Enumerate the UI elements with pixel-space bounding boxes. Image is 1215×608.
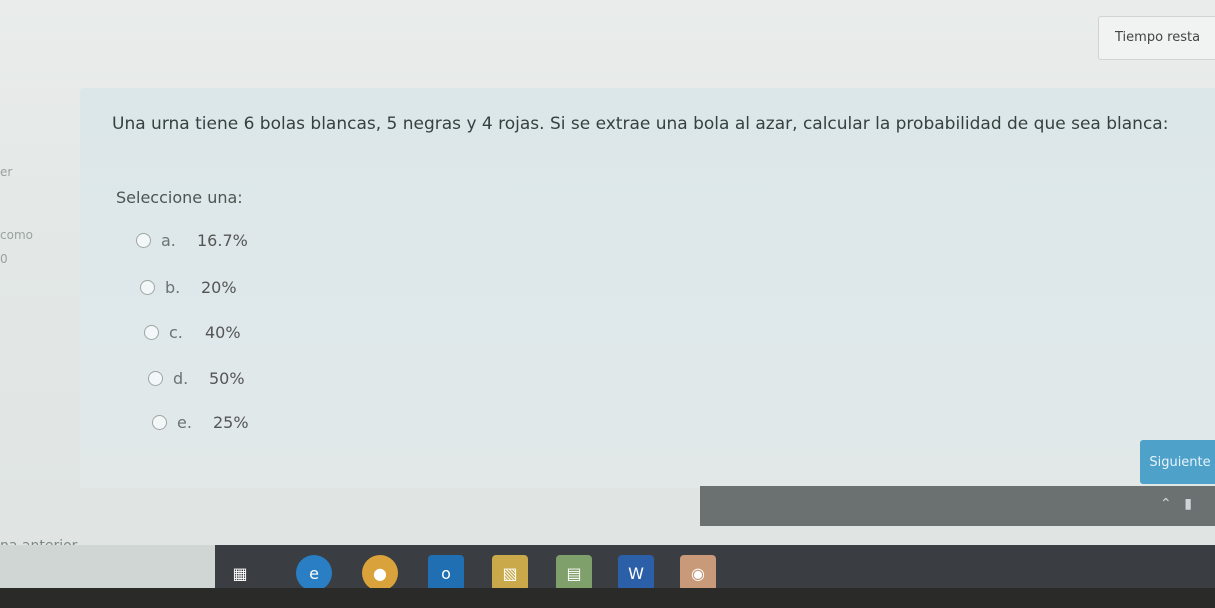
chrome-icon[interactable]: ●	[362, 555, 398, 591]
sidebar-fragment: 0	[0, 252, 8, 266]
radio-b[interactable]	[140, 279, 155, 295]
system-tray: ⌃ ▮	[1160, 496, 1192, 512]
outlook-icon[interactable]: o	[428, 555, 464, 591]
network-icon[interactable]: ▮	[1184, 496, 1192, 512]
option-value: 16.7%	[197, 230, 248, 250]
calendar-icon[interactable]: ▤	[556, 555, 592, 591]
option-a[interactable]: a. 16.7%	[136, 228, 248, 252]
option-value: 40%	[205, 322, 241, 342]
time-remaining-box: Tiempo resta	[1098, 16, 1215, 60]
option-e[interactable]: e. 25%	[152, 410, 249, 434]
monitor-bezel	[0, 588, 1215, 608]
radio-a[interactable]	[136, 232, 151, 248]
task-view-icon[interactable]: ▦	[222, 555, 258, 591]
sidebar-fragment: como	[0, 228, 33, 242]
radio-d[interactable]	[148, 370, 163, 386]
radio-e[interactable]	[152, 414, 167, 430]
option-c[interactable]: c. 40%	[144, 320, 241, 344]
next-page-button[interactable]: Siguiente	[1140, 440, 1215, 484]
sidebar-fragment: er	[0, 165, 13, 179]
option-letter: a.	[161, 230, 176, 250]
option-d[interactable]: d. 50%	[148, 366, 245, 390]
screen-edge-shadow	[700, 486, 1215, 526]
option-letter: c.	[169, 322, 183, 342]
word-icon[interactable]: W	[618, 555, 654, 591]
option-value: 25%	[213, 412, 249, 432]
time-remaining-label: Tiempo resta	[1115, 30, 1201, 45]
option-letter: d.	[173, 368, 189, 388]
select-one-prompt: Seleccione una:	[116, 188, 243, 207]
camera-icon[interactable]: ◉	[680, 555, 716, 591]
question-text: Una urna tiene 6 bolas blancas, 5 negras…	[112, 114, 1169, 134]
option-value: 20%	[201, 277, 237, 297]
option-letter: e.	[177, 412, 192, 432]
option-b[interactable]: b. 20%	[140, 275, 237, 299]
option-letter: b.	[165, 277, 181, 297]
file-explorer-icon[interactable]: ▧	[492, 555, 528, 591]
chevron-up-icon[interactable]: ⌃	[1160, 496, 1172, 512]
radio-c[interactable]	[144, 324, 159, 340]
question-panel: Una urna tiene 6 bolas blancas, 5 negras…	[80, 88, 1215, 488]
edge-icon[interactable]: e	[296, 555, 332, 591]
option-value: 50%	[209, 368, 245, 388]
